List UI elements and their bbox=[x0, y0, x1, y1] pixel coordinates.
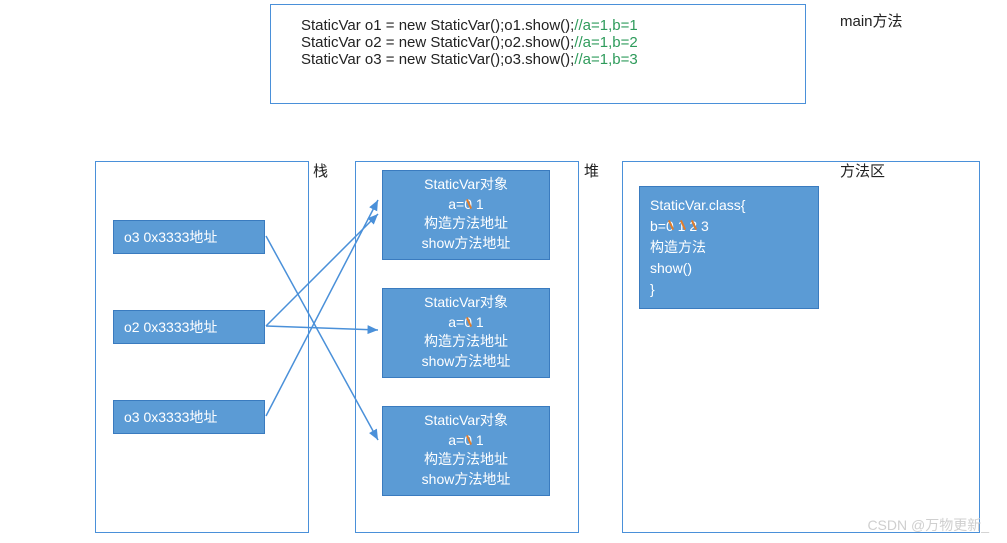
code-text: StaticVar o2 = new StaticVar();o2.show()… bbox=[301, 34, 574, 51]
heap-obj-a: a=0 1 bbox=[389, 313, 543, 333]
code-line: StaticVar o3 = new StaticVar();o3.show()… bbox=[301, 51, 775, 68]
stack-label: 栈 bbox=[313, 160, 328, 181]
heap-obj-title: StaticVar对象 bbox=[389, 293, 543, 313]
code-comment: //a=1,b=1 bbox=[574, 17, 637, 34]
method-area-label: 方法区 bbox=[840, 160, 885, 181]
stack-item-label: o2 0x3333地址 bbox=[124, 319, 217, 335]
stack-item-o2: o2 0x3333地址 bbox=[113, 310, 265, 344]
main-method-label: main方法 bbox=[840, 10, 903, 31]
class-show: show() bbox=[650, 258, 808, 279]
heap-a-struck: 0 bbox=[464, 313, 472, 333]
stack-item-o3: o3 0x3333地址 bbox=[113, 220, 265, 254]
class-close: } bbox=[650, 279, 808, 300]
class-ctor: 构造方法 bbox=[650, 237, 808, 258]
heap-show-addr: show方法地址 bbox=[389, 470, 543, 490]
heap-ctor-addr: 构造方法地址 bbox=[389, 214, 543, 234]
class-header: StaticVar.class{ bbox=[650, 195, 808, 216]
watermark: CSDN @万物更新_ bbox=[867, 515, 989, 535]
stack-item-label: o3 0x3333地址 bbox=[124, 229, 217, 245]
code-comment: //a=1,b=2 bbox=[574, 34, 637, 51]
heap-object-1: StaticVar对象 a=0 1 构造方法地址 show方法地址 bbox=[382, 170, 550, 260]
b-struck-2: 2 bbox=[689, 216, 697, 237]
heap-obj-a: a=0 1 bbox=[389, 195, 543, 215]
code-text: StaticVar o1 = new StaticVar();o1.show()… bbox=[301, 17, 574, 34]
heap-object-3: StaticVar对象 a=0 1 构造方法地址 show方法地址 bbox=[382, 406, 550, 496]
heap-show-addr: show方法地址 bbox=[389, 352, 543, 372]
heap-a-struck: 0 bbox=[464, 195, 472, 215]
b-struck-1: 1 bbox=[678, 216, 686, 237]
heap-show-addr: show方法地址 bbox=[389, 234, 543, 254]
heap-obj-a: a=0 1 bbox=[389, 431, 543, 451]
heap-obj-title: StaticVar对象 bbox=[389, 175, 543, 195]
main-code-box: StaticVar o1 = new StaticVar();o1.show()… bbox=[270, 4, 806, 104]
stack-region bbox=[95, 161, 309, 533]
heap-obj-title: StaticVar对象 bbox=[389, 411, 543, 431]
code-line: StaticVar o2 = new StaticVar();o2.show()… bbox=[301, 34, 775, 51]
heap-label: 堆 bbox=[584, 160, 599, 181]
heap-ctor-addr: 构造方法地址 bbox=[389, 332, 543, 352]
code-line: StaticVar o1 = new StaticVar();o1.show()… bbox=[301, 17, 775, 34]
code-comment: //a=1,b=3 bbox=[574, 51, 637, 68]
method-area-class-box: StaticVar.class{ b=0 1 2 3 构造方法 show() } bbox=[639, 186, 819, 309]
heap-a-struck: 0 bbox=[464, 431, 472, 451]
b-struck-0: 0 bbox=[666, 216, 674, 237]
heap-ctor-addr: 构造方法地址 bbox=[389, 450, 543, 470]
stack-item-o3b: o3 0x3333地址 bbox=[113, 400, 265, 434]
stack-item-label: o3 0x3333地址 bbox=[124, 409, 217, 425]
heap-object-2: StaticVar对象 a=0 1 构造方法地址 show方法地址 bbox=[382, 288, 550, 378]
class-b-line: b=0 1 2 3 bbox=[650, 216, 808, 237]
code-text: StaticVar o3 = new StaticVar();o3.show()… bbox=[301, 51, 574, 68]
